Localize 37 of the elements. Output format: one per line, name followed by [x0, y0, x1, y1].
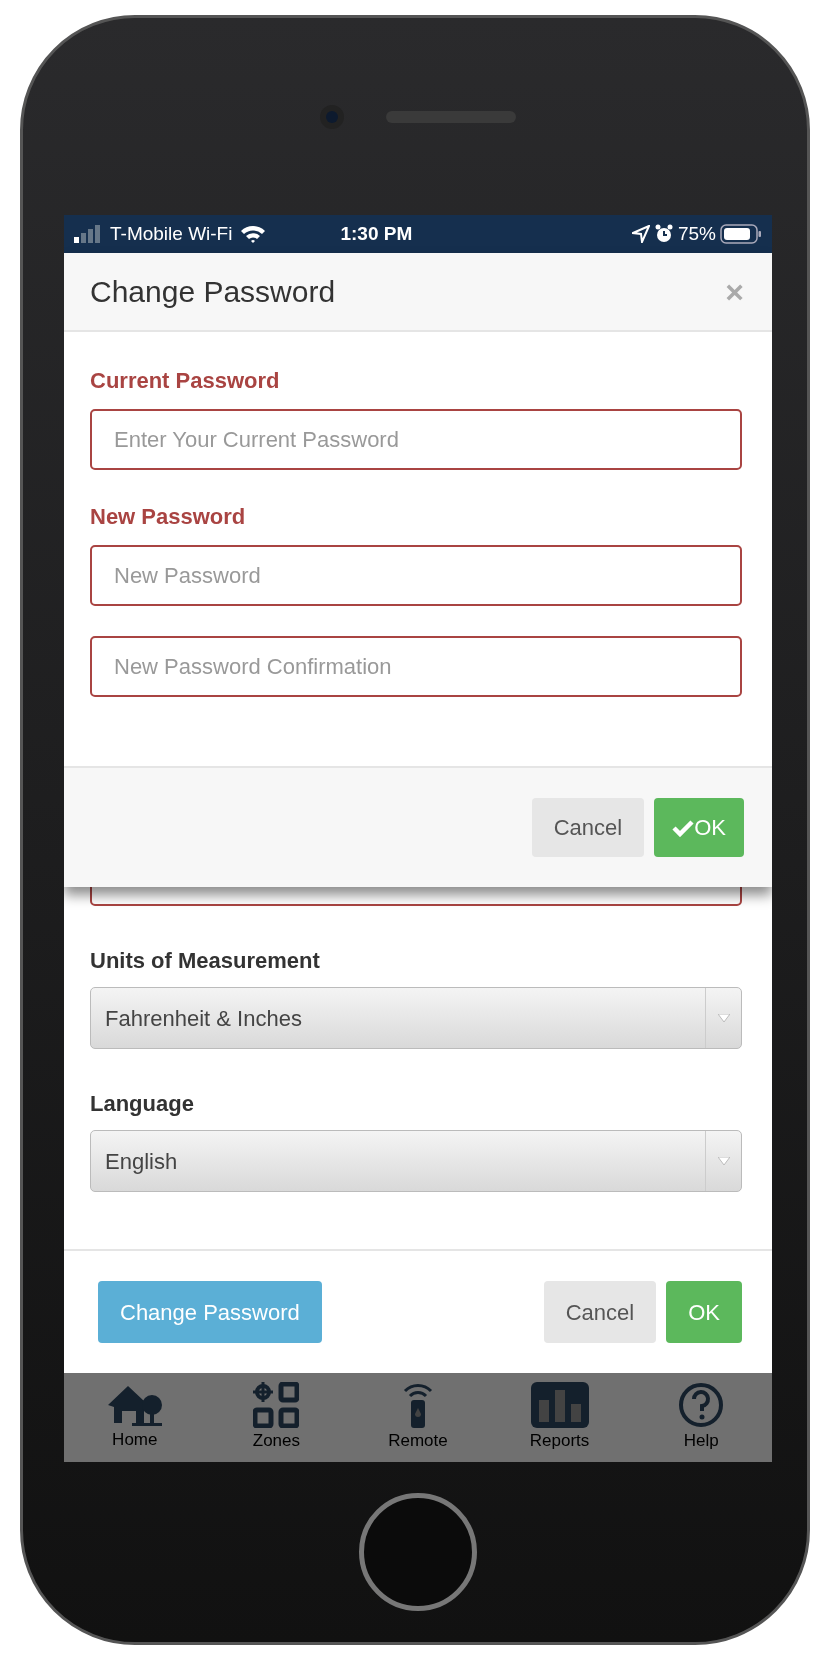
password-field[interactable]: New Password	[90, 545, 742, 606]
cancel-button[interactable]: Cancel	[531, 798, 645, 857]
signal-icon	[74, 225, 102, 243]
location-icon	[631, 225, 650, 243]
dropdown[interactable]: English	[90, 1130, 742, 1192]
remote-icon	[402, 1381, 434, 1428]
tab-item[interactable]: Reports	[504, 1381, 615, 1454]
check-icon	[672, 819, 695, 837]
caret-icon	[717, 1157, 730, 1165]
close-button[interactable]: ×	[719, 274, 750, 309]
dropdown[interactable]: Fahrenheit & Inches	[90, 987, 742, 1049]
tab-item[interactable]: Help	[646, 1381, 757, 1454]
tab-item[interactable]: Remote	[363, 1381, 473, 1454]
field-label: New Password	[90, 503, 247, 531]
alarm-icon	[653, 224, 674, 244]
cancel-button[interactable]: Cancel	[543, 1281, 657, 1343]
grid-icon	[253, 1381, 300, 1428]
password-field[interactable]: Enter Your Current Password	[90, 409, 742, 470]
battery-percent: 75%	[677, 221, 716, 246]
bar-chart-icon	[530, 1381, 589, 1428]
ok-button[interactable]: OK	[666, 1281, 742, 1343]
field-label: Current Password	[90, 367, 281, 395]
ok-button[interactable]: OK	[654, 798, 744, 857]
change-password-button[interactable]: Change Password	[98, 1281, 322, 1343]
field-label: Units of Measurement	[90, 947, 321, 975]
wifi-icon	[240, 224, 267, 244]
battery-icon	[720, 224, 762, 244]
tab-item[interactable]: Home	[79, 1382, 190, 1453]
field-label: Language	[90, 1090, 195, 1118]
password-field[interactable]: New Password Confirmation	[90, 636, 742, 697]
modal-title: Change Password	[90, 274, 336, 310]
carrier-text: T-Mobile Wi-Fi	[110, 221, 233, 246]
tab-item[interactable]: Zones	[221, 1381, 332, 1454]
caret-icon	[717, 1014, 730, 1022]
camera-icon	[319, 103, 345, 130]
help-icon	[678, 1381, 725, 1428]
clock-time: 1:30 PM	[340, 221, 413, 246]
